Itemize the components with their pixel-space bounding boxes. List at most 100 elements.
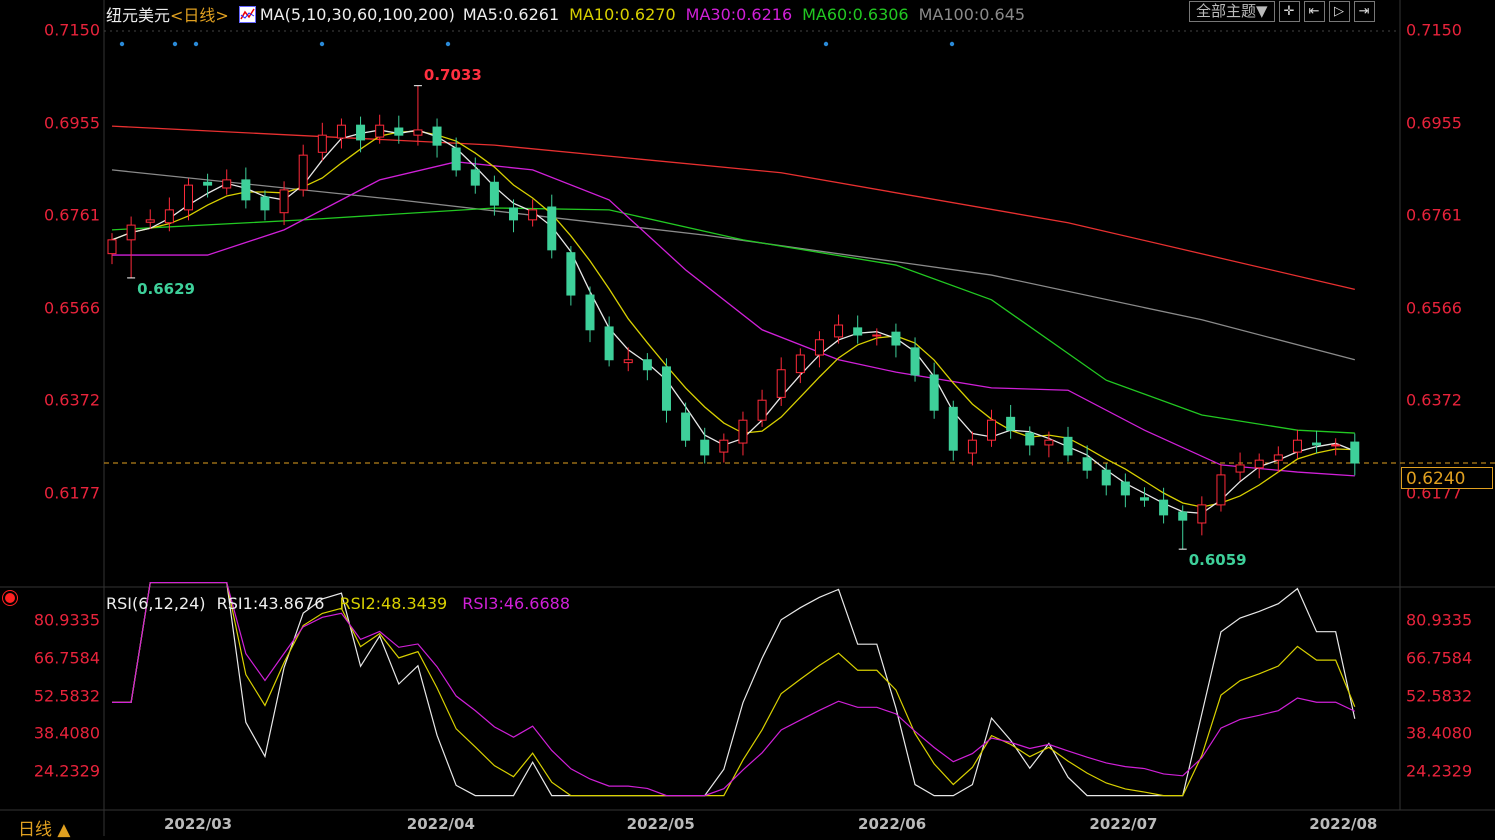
price-axis-label-left: 0.6566 xyxy=(44,298,100,318)
indicator-icon[interactable] xyxy=(238,5,256,23)
rsi-axis-label-left: 38.4080 xyxy=(33,723,100,743)
candle xyxy=(1139,487,1149,507)
event-marker xyxy=(193,41,199,47)
crosshair-icon[interactable]: ✛ xyxy=(1278,1,1300,22)
candle-body xyxy=(509,207,519,221)
candle-body xyxy=(1025,432,1035,446)
ma10-line xyxy=(111,130,1355,508)
candle-body xyxy=(470,169,480,186)
candle xyxy=(547,194,557,259)
candle-body xyxy=(853,327,863,336)
exit-icon[interactable]: ⇥ xyxy=(1353,1,1375,22)
candle-body xyxy=(1178,511,1188,521)
ma100-line xyxy=(111,169,1355,361)
candle-body xyxy=(967,439,977,454)
candle-body xyxy=(661,366,671,411)
candle xyxy=(719,433,729,463)
ma10-value: MA10:0.6270 xyxy=(569,4,676,24)
ma60-value: MA60:0.6306 xyxy=(802,4,909,24)
time-axis-label: 2022/05 xyxy=(626,815,695,833)
low-price-annotation: 0.6059 xyxy=(1188,551,1247,570)
candle xyxy=(681,402,691,447)
candle xyxy=(872,328,882,346)
low-price-annotation: 0.6629 xyxy=(137,279,195,298)
candle xyxy=(566,246,576,306)
candle xyxy=(1216,464,1226,512)
event-marker xyxy=(445,41,451,47)
candle xyxy=(413,85,423,146)
candle xyxy=(298,144,308,197)
price-axis-label-left: 0.6761 xyxy=(44,205,100,225)
rsi-axis-label-left: 24.2329 xyxy=(33,761,100,781)
ma200-line xyxy=(111,125,1355,290)
candle xyxy=(853,315,863,344)
candle xyxy=(1350,433,1360,476)
candle xyxy=(700,427,710,464)
play-icon[interactable]: ▷ xyxy=(1328,1,1350,22)
candle-body xyxy=(987,419,997,441)
candle xyxy=(757,389,767,427)
ma30-value: MA30:0.6216 xyxy=(685,4,793,24)
candle-body xyxy=(1006,416,1016,431)
candle xyxy=(432,118,442,158)
price-axis-label-left: 0.6372 xyxy=(44,390,100,410)
candle-body xyxy=(1139,497,1149,501)
range-icon[interactable]: ⇤ xyxy=(1303,1,1325,22)
price-axis-label-right: 0.6372 xyxy=(1406,390,1462,410)
rsi1-line xyxy=(112,581,1356,797)
price-axis-label-left: 0.6955 xyxy=(44,113,100,133)
candle xyxy=(336,118,346,149)
candle-body xyxy=(872,334,882,337)
candle xyxy=(1120,473,1130,508)
period-tag[interactable]: <日线> xyxy=(170,2,229,26)
chart-canvas[interactable] xyxy=(0,0,1495,836)
candle-body xyxy=(566,252,576,296)
period-selector[interactable]: 日线 ▲ xyxy=(18,815,70,840)
candle-body xyxy=(183,184,193,211)
candle xyxy=(642,353,652,381)
rsi-axis-label-right: 38.4080 xyxy=(1406,723,1473,743)
symbol-name: 纽元美元 xyxy=(106,6,171,25)
candle xyxy=(1254,453,1264,479)
candle-body xyxy=(1197,504,1207,524)
candle xyxy=(1235,452,1245,481)
candle-body xyxy=(203,181,213,186)
candle-body xyxy=(164,209,174,224)
candle xyxy=(1273,446,1283,473)
event-marker xyxy=(172,41,178,47)
rsi-axis-label-left: 52.5832 xyxy=(33,686,100,705)
candle-body xyxy=(1273,454,1283,461)
candle-body xyxy=(891,331,901,346)
rsi1-value: RSI1:43.8676 xyxy=(216,594,325,613)
candle-body xyxy=(1044,439,1054,446)
candle-body xyxy=(241,179,251,201)
candle-body xyxy=(719,439,729,453)
candle xyxy=(126,216,136,278)
theme-dropdown[interactable]: 全部主题▼ xyxy=(1189,1,1275,22)
rsi-settings-icon[interactable] xyxy=(5,593,15,603)
candle-body xyxy=(757,399,767,421)
candle xyxy=(317,122,327,161)
candle-body xyxy=(375,124,385,138)
toolbar: 全部主题▼ ✛ ⇤ ▷ ⇥ xyxy=(1189,1,1375,22)
candle xyxy=(661,358,671,423)
time-axis-label: 2022/07 xyxy=(1089,815,1158,833)
candle xyxy=(145,209,155,229)
candle xyxy=(738,411,748,456)
candle-body xyxy=(1312,442,1322,446)
ma5-line xyxy=(111,129,1356,514)
candle-body xyxy=(700,439,710,456)
price-axis-label-right: 0.7150 xyxy=(1406,20,1462,40)
rsi-label: RSI(6,12,24) xyxy=(106,594,206,613)
candle-body xyxy=(528,209,538,221)
candle-body xyxy=(642,359,652,371)
candle-body xyxy=(394,127,404,136)
rsi-axis-label-left: 80.9335 xyxy=(33,610,100,630)
candle xyxy=(222,169,232,195)
event-marker xyxy=(319,41,325,47)
candle xyxy=(1025,426,1035,456)
rsi-axis-label-left: 66.7584 xyxy=(33,648,100,668)
candle-body xyxy=(107,239,117,255)
candle xyxy=(489,175,499,216)
candle-body xyxy=(929,374,939,411)
